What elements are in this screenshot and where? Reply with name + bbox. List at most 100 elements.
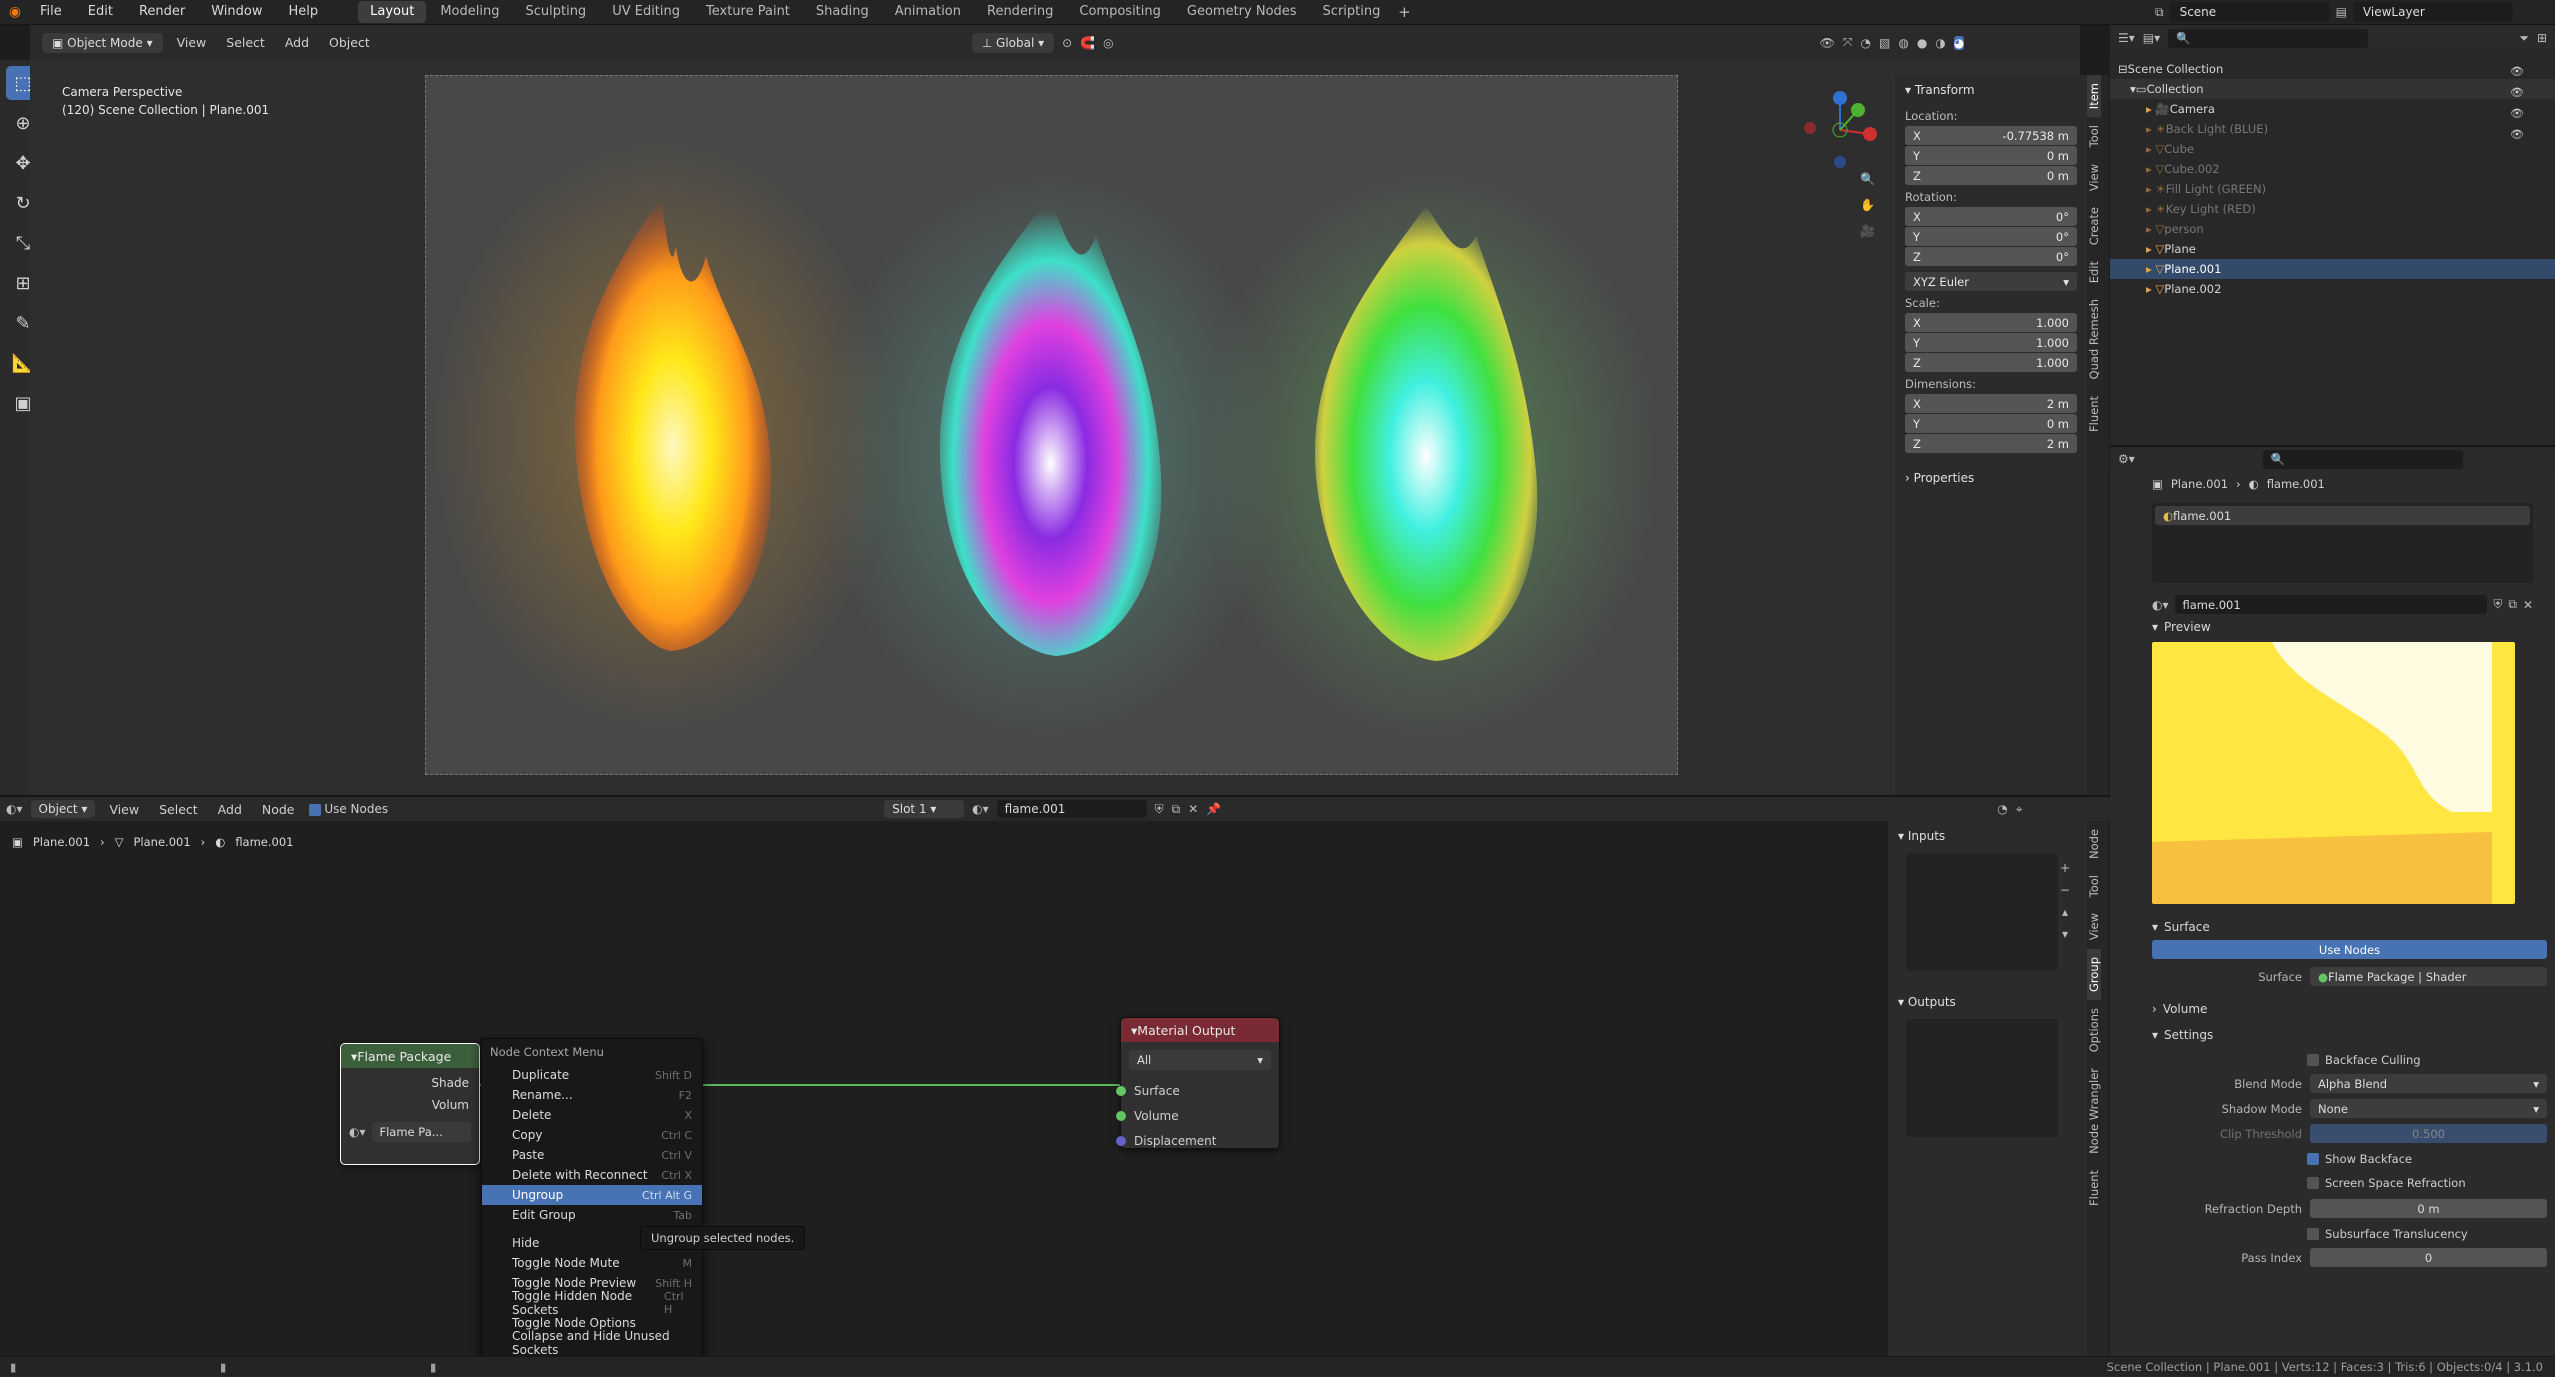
unlink-close-icon[interactable]: ✕ <box>1188 802 1198 816</box>
material-name-field[interactable]: flame.001 <box>996 800 1147 818</box>
material-datablock-field[interactable]: flame.001 <box>2174 595 2488 614</box>
ssr-checkbox[interactable]: Screen Space Refraction <box>2142 1171 2555 1195</box>
mode-selector[interactable]: ▣ Object Mode ▾ <box>42 32 163 53</box>
outliner-row-camera[interactable]: ▸ 🎥 Camera <box>2110 99 2555 119</box>
scale-y-field[interactable]: Y 1.000 <box>1905 333 2077 352</box>
menu-file[interactable]: File <box>28 0 74 24</box>
outliner-row-scene-collection[interactable]: ⊟ Scene Collection <box>2110 59 2555 79</box>
properties-search-input[interactable]: 🔍 <box>2262 449 2463 469</box>
move-down-icon[interactable]: ▾ <box>2060 927 2070 941</box>
menu-window[interactable]: Window <box>199 0 274 24</box>
tab-tool[interactable]: Tool <box>2087 867 2101 905</box>
rotation-mode-dropdown[interactable]: XYZ Euler ▾ <box>1905 272 2077 291</box>
gizmo-icon[interactable]: ⤧ <box>1843 35 1853 50</box>
location-z-field[interactable]: Z 0 m <box>1905 166 2077 185</box>
settings-section-header[interactable]: ▾ Settings <box>2142 1022 2555 1048</box>
inputs-panel-header[interactable]: ▾ Inputs <box>1888 821 2088 851</box>
3d-viewport[interactable]: Camera Perspective (120) Scene Collectio… <box>30 60 2080 795</box>
outliner-row-back-light[interactable]: ▸ ☀ Back Light (BLUE) <box>2110 119 2555 139</box>
workspace-tab-shading[interactable]: Shading <box>804 1 881 23</box>
tab-quad-remesh[interactable]: Quad Remesh <box>2087 291 2101 387</box>
tab-edit[interactable]: Edit <box>2087 253 2101 291</box>
new-collection-icon[interactable]: ⊞ <box>2537 31 2547 45</box>
shadow-mode-dropdown[interactable]: None ▾ <box>2310 1099 2547 1118</box>
backface-culling-checkbox[interactable]: Backface Culling <box>2142 1048 2555 1072</box>
vp-menu-view[interactable]: View <box>171 35 213 50</box>
blend-mode-dropdown[interactable]: Alpha Blend ▾ <box>2310 1074 2547 1093</box>
dimensions-x-field[interactable]: X 2 m <box>1905 394 2077 413</box>
ne-menu-node[interactable]: Node <box>256 802 301 817</box>
output-target-dropdown[interactable]: All ▾ <box>1129 1050 1271 1070</box>
menu-item-delete-with-reconnect[interactable]: Delete with Reconnect Ctrl X <box>482 1165 702 1185</box>
menu-item-copy[interactable]: Copy Ctrl C <box>482 1125 702 1145</box>
blender-logo-icon[interactable]: ◉ <box>4 4 26 20</box>
duplicate-material-icon[interactable]: ⧉ <box>1172 802 1181 817</box>
outliner-row-fill-light[interactable]: ▸ ☀ Fill Light (GREEN) <box>2110 179 2555 199</box>
tab-group[interactable]: Group <box>2087 948 2101 1000</box>
outliner-row-plane[interactable]: ▸ ▽ Plane <box>2110 239 2555 259</box>
ne-menu-select[interactable]: Select <box>153 802 204 817</box>
tab-fluent[interactable]: Fluent <box>2087 1162 2101 1214</box>
wireframe-shading-icon[interactable]: ◍ <box>1898 36 1908 50</box>
menu-item-paste[interactable]: Paste Ctrl V <box>482 1145 702 1165</box>
properties-editor-icon[interactable]: ⚙▾ <box>2118 452 2135 466</box>
material-shading-icon[interactable]: ◑ <box>1935 36 1945 50</box>
move-up-icon[interactable]: ▴ <box>2060 905 2070 919</box>
view-layer-selector[interactable]: ViewLayer <box>2352 2 2513 22</box>
tab-fluent[interactable]: Fluent <box>2087 388 2101 440</box>
menu-help[interactable]: Help <box>277 0 331 24</box>
surface-shader-field[interactable]: ● Flame Package | Shader <box>2310 967 2547 986</box>
pass-index-field[interactable]: 0 <box>2310 1248 2547 1267</box>
location-y-field[interactable]: Y 0 m <box>1905 146 2077 165</box>
snap-node-icon[interactable]: ⌖ <box>2016 802 2023 817</box>
navigation-gizmo[interactable] <box>1800 90 1880 170</box>
input-displacement[interactable]: Displacement <box>1116 1128 1279 1153</box>
workspace-tab-scripting[interactable]: Scripting <box>1311 1 1393 23</box>
eye-icon[interactable]: 👁 <box>2510 128 2524 141</box>
xray-icon[interactable]: ▧ <box>1879 36 1890 50</box>
outliner-row-plane-002[interactable]: ▸ ▽ Plane.002 <box>2110 279 2555 299</box>
tab-node[interactable]: Node <box>2087 821 2101 867</box>
material-output-node[interactable]: ▾ Material Output All ▾ Surface Volume Di… <box>1116 1017 1280 1149</box>
inputs-list[interactable] <box>1906 853 2058 971</box>
tab-node-wrangler[interactable]: Node Wrangler <box>2087 1060 2101 1162</box>
menu-item-ungroup[interactable]: Ungroup Ctrl Alt G <box>482 1185 702 1205</box>
pivot-icon[interactable]: ⊙ <box>1062 36 1072 50</box>
menu-item-rename[interactable]: Rename... F2 <box>482 1085 702 1105</box>
tab-tool[interactable]: Tool <box>2087 117 2101 155</box>
outliner-row-cube[interactable]: ▸ ▽ Cube <box>2110 139 2555 159</box>
view-layer-icon[interactable]: ▤ <box>2336 5 2347 19</box>
refraction-depth-field[interactable]: 0 m <box>2310 1199 2547 1218</box>
volume-section-header[interactable]: › Volume <box>2142 996 2555 1022</box>
workspace-tab-compositing[interactable]: Compositing <box>1067 1 1173 23</box>
shader-type-selector[interactable]: Object ▾ <box>30 800 96 818</box>
visibility-icon[interactable]: 👁 <box>1820 36 1835 50</box>
preview-section-header[interactable]: ▾ Preview <box>2142 614 2555 640</box>
workspace-tab-sculpting[interactable]: Sculpting <box>513 1 598 23</box>
vp-menu-select[interactable]: Select <box>220 35 271 50</box>
tab-options[interactable]: Options <box>2087 1000 2101 1060</box>
subsurface-translucency-checkbox[interactable]: Subsurface Translucency <box>2142 1222 2555 1246</box>
menu-item-edit-group[interactable]: Edit Group Tab <box>482 1205 702 1225</box>
tab-item[interactable]: Item <box>2087 75 2101 118</box>
overlay-icon[interactable]: ◔ <box>1861 36 1871 50</box>
tab-create[interactable]: Create <box>2087 199 2101 253</box>
zoom-icon[interactable]: 🔍 <box>1860 172 1875 186</box>
outputs-panel-header[interactable]: ▾ Outputs <box>1888 987 2088 1017</box>
vp-menu-object[interactable]: Object <box>323 35 376 50</box>
fake-user-shield-icon[interactable]: ⛨ <box>1155 802 1164 817</box>
vp-menu-add[interactable]: Add <box>279 35 315 50</box>
outliner-row-person[interactable]: ▸ ▽ person <box>2110 219 2555 239</box>
eye-icon[interactable]: 👁 <box>2510 107 2524 120</box>
scale-x-field[interactable]: X 1.000 <box>1905 313 2077 332</box>
tab-view[interactable]: View <box>2087 156 2101 199</box>
workspace-tab-rendering[interactable]: Rendering <box>975 1 1065 23</box>
remove-input-icon[interactable]: − <box>2060 883 2070 897</box>
workspace-tab-modeling[interactable]: Modeling <box>428 1 511 23</box>
location-x-field[interactable]: X -0.77538 m <box>1905 126 2077 145</box>
eye-icon[interactable]: 👁 <box>2510 65 2524 78</box>
unlink-close-icon[interactable]: ✕ <box>2523 598 2533 612</box>
slot-selector[interactable]: Slot 1 ▾ <box>884 800 965 818</box>
proportional-edit-icon[interactable]: ◎ <box>1103 36 1113 50</box>
outliner-search-input[interactable]: 🔍 <box>2168 28 2369 48</box>
